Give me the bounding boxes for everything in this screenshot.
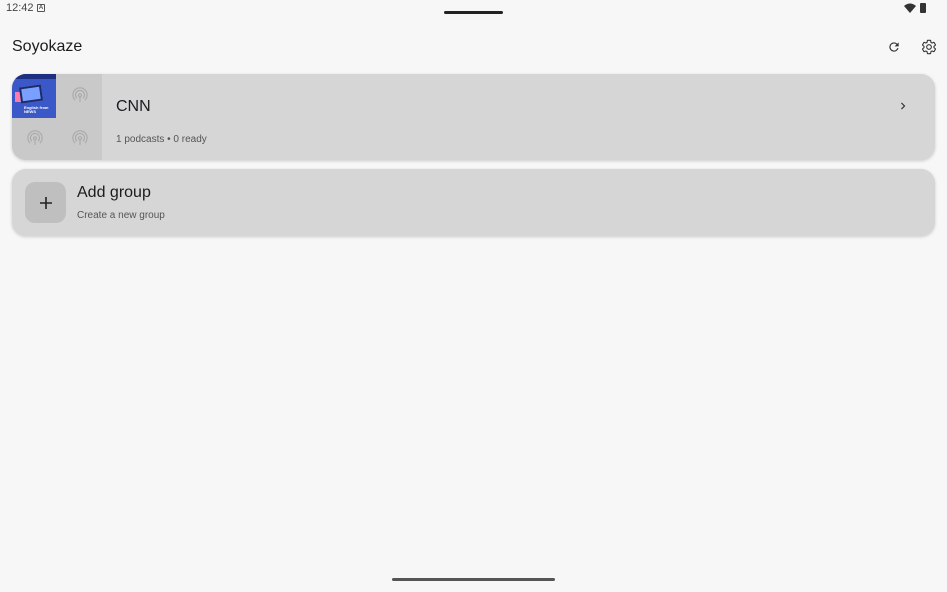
settings-button[interactable] bbox=[919, 37, 939, 57]
wifi-icon bbox=[904, 3, 916, 13]
podcast-icon bbox=[71, 129, 88, 145]
podcast-icon bbox=[26, 129, 43, 145]
artwork-card bbox=[18, 84, 44, 104]
app-title: Soyokaze bbox=[12, 38, 83, 55]
group-card-cnn[interactable]: English from NEWS CNN 1 podcasts • 0 rea… bbox=[12, 74, 935, 160]
artwork-band bbox=[12, 74, 56, 79]
add-group-icon-box bbox=[25, 182, 66, 223]
add-group-subtitle: Create a new group bbox=[77, 210, 165, 221]
podcast-placeholder bbox=[57, 117, 102, 160]
podcast-placeholder bbox=[57, 74, 102, 117]
status-bar: 12:42 A bbox=[0, 0, 947, 18]
podcast-placeholder bbox=[12, 117, 57, 160]
podcast-artwork: English from NEWS bbox=[12, 74, 56, 118]
add-group-card[interactable]: Add group Create a new group bbox=[12, 169, 935, 236]
group-thumbnail-grid: English from NEWS bbox=[12, 74, 102, 160]
plus-icon bbox=[39, 196, 52, 209]
status-time: 12:42 bbox=[6, 2, 34, 14]
chevron-right-icon bbox=[901, 102, 906, 110]
home-indicator[interactable] bbox=[392, 578, 555, 581]
artwork-text: English from NEWS bbox=[24, 105, 49, 114]
podcast-icon bbox=[71, 86, 88, 102]
refresh-button[interactable] bbox=[884, 37, 904, 57]
refresh-icon bbox=[889, 42, 899, 52]
notification-icon: A bbox=[37, 4, 45, 12]
add-group-title: Add group bbox=[77, 184, 151, 201]
group-title: CNN bbox=[116, 98, 151, 115]
battery-icon bbox=[920, 3, 926, 13]
camera-notch bbox=[444, 11, 503, 14]
settings-icon bbox=[921, 39, 937, 55]
group-subtitle: 1 podcasts • 0 ready bbox=[116, 134, 207, 145]
